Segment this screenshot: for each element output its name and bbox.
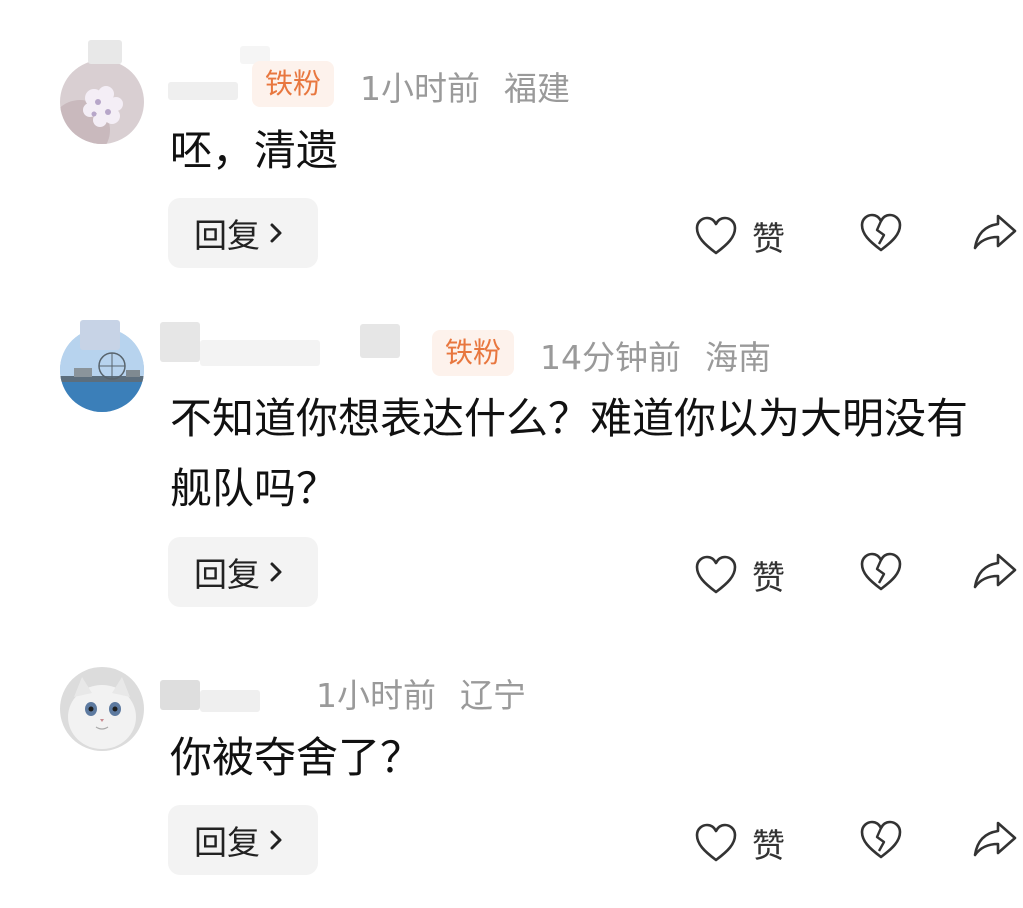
share-arrow-icon [973,821,1017,857]
like-button[interactable]: 赞 [694,819,785,867]
dislike-button[interactable] [858,551,904,593]
comment-text: 你被夺舍了？ [170,733,423,782]
share-arrow-icon [973,214,1017,250]
share-button[interactable] [972,551,1018,591]
username-redacted [160,322,200,362]
dislike-button[interactable] [858,819,904,861]
reply-label: 回复 [194,823,260,862]
like-button[interactable]: 赞 [694,212,785,260]
fan-badge: 铁粉 [252,61,335,107]
username-redacted [80,320,120,350]
cat-avatar-image [60,667,144,751]
share-button[interactable] [972,819,1018,859]
comment-meta: 14分钟前 海南 [540,331,771,379]
comment-meta: 1小时前 辽宁 [316,669,526,717]
avatar[interactable] [60,60,144,144]
chevron-right-icon [270,830,282,850]
comment-time: 1小时前 [316,676,436,715]
fan-badge: 铁粉 [432,330,515,376]
comment-text: 不知道你想表达什么？难道你以为大明没有舰队吗？ [170,394,969,513]
reply-label: 回复 [194,555,260,594]
broken-heart-icon [860,552,902,591]
broken-heart-icon [860,820,902,859]
avatar[interactable] [60,667,144,751]
reply-label: 回复 [194,216,260,255]
dislike-button[interactable] [858,212,904,254]
heart-outline-icon [695,823,737,862]
chevron-right-icon [270,562,282,582]
like-label: 赞 [752,558,785,597]
reply-button[interactable]: 回复 [168,198,318,268]
heart-outline-icon [695,216,737,255]
comment-meta: 1小时前 福建 [360,62,570,110]
broken-heart-icon [860,213,902,252]
comment-text: 呸，清遗 [170,126,339,175]
like-button[interactable]: 赞 [694,551,785,599]
comment-location: 福建 [504,69,570,108]
flower-avatar-image [60,60,144,144]
like-label: 赞 [752,826,785,865]
reply-button[interactable]: 回复 [168,805,318,875]
username-redacted [360,324,400,358]
comment-time: 14分钟前 [540,338,681,377]
username-redacted [168,82,238,100]
username-redacted [160,680,200,710]
comment-time: 1小时前 [360,69,480,108]
comment-location: 海南 [705,338,771,377]
heart-outline-icon [695,555,737,594]
share-arrow-icon [973,553,1017,589]
like-label: 赞 [752,219,785,258]
comment-location: 辽宁 [460,676,526,715]
reply-button[interactable]: 回复 [168,537,318,607]
share-button[interactable] [972,212,1018,252]
username-redacted [200,690,260,712]
username-redacted [88,40,122,64]
username-redacted [200,340,320,366]
chevron-right-icon [270,223,282,243]
